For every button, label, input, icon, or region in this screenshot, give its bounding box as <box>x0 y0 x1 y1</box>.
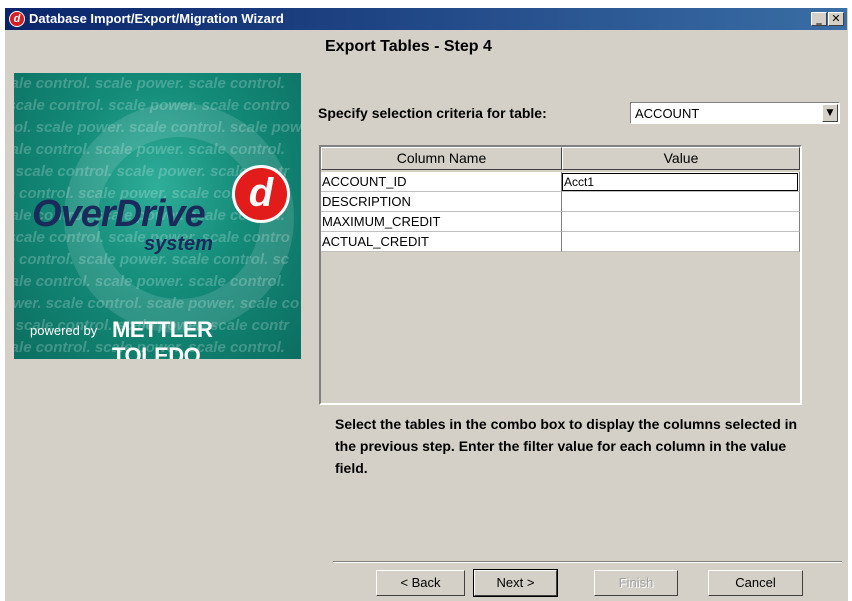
button-separator <box>333 561 842 563</box>
column-name-cell[interactable]: ACCOUNT_ID <box>321 172 562 192</box>
column-name-cell[interactable]: DESCRIPTION <box>321 192 562 212</box>
table-row[interactable]: DESCRIPTION <box>321 192 800 212</box>
back-button[interactable]: < Back <box>376 570 465 596</box>
value-input[interactable]: Acct1 <box>562 173 798 191</box>
column-name-cell[interactable]: ACTUAL_CREDIT <box>321 232 562 252</box>
column-name-cell[interactable]: MAXIMUM_CREDIT <box>321 212 562 232</box>
table-row[interactable]: MAXIMUM_CREDIT <box>321 212 800 232</box>
company-name: METTLER TOLEDO <box>112 317 213 359</box>
grid-rows: ACCOUNT_ID Acct1 DESCRIPTION MAXIMUM_CRE… <box>321 172 800 252</box>
title-bar[interactable]: d Database Import/Export/Migration Wizar… <box>5 8 847 30</box>
close-button[interactable]: ✕ <box>828 12 844 26</box>
value-cell[interactable] <box>562 192 800 212</box>
window-title: Database Import/Export/Migration Wizard <box>29 11 284 26</box>
step-title: Export Tables - Step 4 <box>325 38 492 55</box>
column-header-name[interactable]: Column Name <box>321 147 562 170</box>
brand-subtitle: system <box>144 233 213 255</box>
table-row[interactable]: ACTUAL_CREDIT <box>321 232 800 252</box>
table-select-combo[interactable]: ACCOUNT ▼ <box>630 102 840 124</box>
minimize-button[interactable]: _ <box>811 12 827 26</box>
chevron-down-icon[interactable]: ▼ <box>822 104 838 122</box>
cancel-button[interactable]: Cancel <box>708 570 803 596</box>
column-header-value[interactable]: Value <box>562 147 800 170</box>
d-logo-icon: d <box>9 11 25 27</box>
instructions-text: Select the tables in the combo box to di… <box>335 416 798 476</box>
table-row[interactable]: ACCOUNT_ID Acct1 <box>321 172 800 192</box>
powered-by-text: powered by <box>30 323 98 338</box>
brand-name: OverDrive <box>32 193 206 235</box>
grid-header: Column Name Value <box>321 147 802 170</box>
d-badge-icon: d <box>232 165 290 223</box>
combo-selected-value: ACCOUNT <box>635 106 700 121</box>
finish-button[interactable]: Finish <box>594 570 678 596</box>
criteria-label: Specify selection criteria for table: <box>318 105 547 121</box>
criteria-grid: Column Name Value ACCOUNT_ID Acct1 DESCR… <box>319 145 802 405</box>
value-cell[interactable] <box>562 212 800 232</box>
value-cell[interactable] <box>562 232 800 252</box>
overdrive-logo-image: scale control. scale power. scale contro… <box>14 73 301 359</box>
next-button[interactable]: Next > <box>473 569 558 597</box>
